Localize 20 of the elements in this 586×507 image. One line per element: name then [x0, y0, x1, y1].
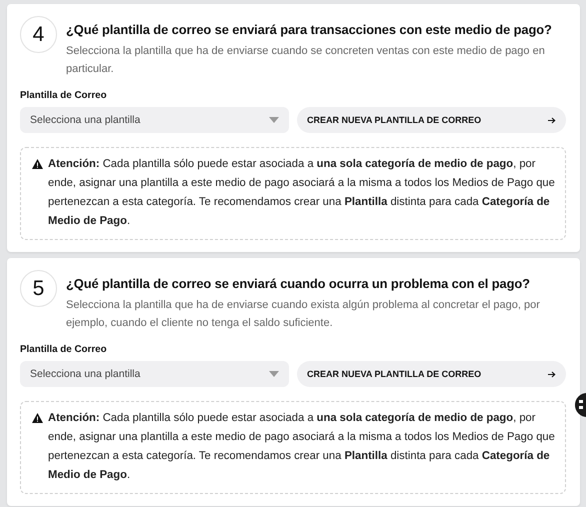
- warning-icon: [32, 159, 43, 169]
- step-description: Selecciona la plantilla que ha de enviarse cuando se concreten ventas con este medio de pago en particular.: [66, 44, 546, 77]
- arrow-right-icon: [548, 116, 556, 124]
- create-template-button[interactable]: CREAR NUEVA PLANTILLA DE CORREO: [297, 361, 566, 387]
- arrow-right-icon: [548, 370, 556, 378]
- step-title: ¿Qué plantilla de correo se enviará para transacciones con este medio de pago?: [66, 22, 553, 37]
- notice-text: Atención: Cada plantilla sólo puede estar asociada a una sola categoría de medio de pago, por ende, asignar una plantilla a este medio de pago asociará a la misma a todos los Medios de Pago que pertenezcan a esta categoría. Te recomendamos crear una Plantilla distinta para cada Categoría de Medio de Pago.: [48, 157, 555, 229]
- dropdown-caret-icon: [269, 117, 279, 123]
- step-number: 5: [20, 270, 57, 307]
- field-label: Plantilla de Correo: [20, 344, 107, 355]
- warning-icon: [32, 413, 43, 423]
- create-template-button[interactable]: CREAR NUEVA PLANTILLA DE CORREO: [297, 107, 566, 133]
- step-title: ¿Qué plantilla de correo se enviará cuando ocurra un problema con el pago?: [66, 276, 531, 291]
- step-number: 4: [20, 16, 57, 53]
- notice-text: Atención: Cada plantilla sólo puede estar asociada a una sola categoría de medio de pago, por ende, asignar una plantilla a este medio de pago asociará a la misma a todos los Medios de Pago que pertenezcan a esta categoría. Te recomendamos crear una Plantilla distinta para cada Categoría de Medio de Pago.: [48, 411, 555, 483]
- step-description: Selecciona la plantilla que ha de enviarse cuando exista algún problema al concretar el pago, por ejemplo, cuando el cliente no tenga el saldo suficiente.: [66, 298, 541, 331]
- template-select[interactable]: Selecciona una plantilla: [20, 107, 289, 133]
- template-select[interactable]: Selecciona una plantilla: [20, 361, 289, 387]
- dropdown-caret-icon: [269, 371, 279, 377]
- field-label: Plantilla de Correo: [20, 90, 107, 101]
